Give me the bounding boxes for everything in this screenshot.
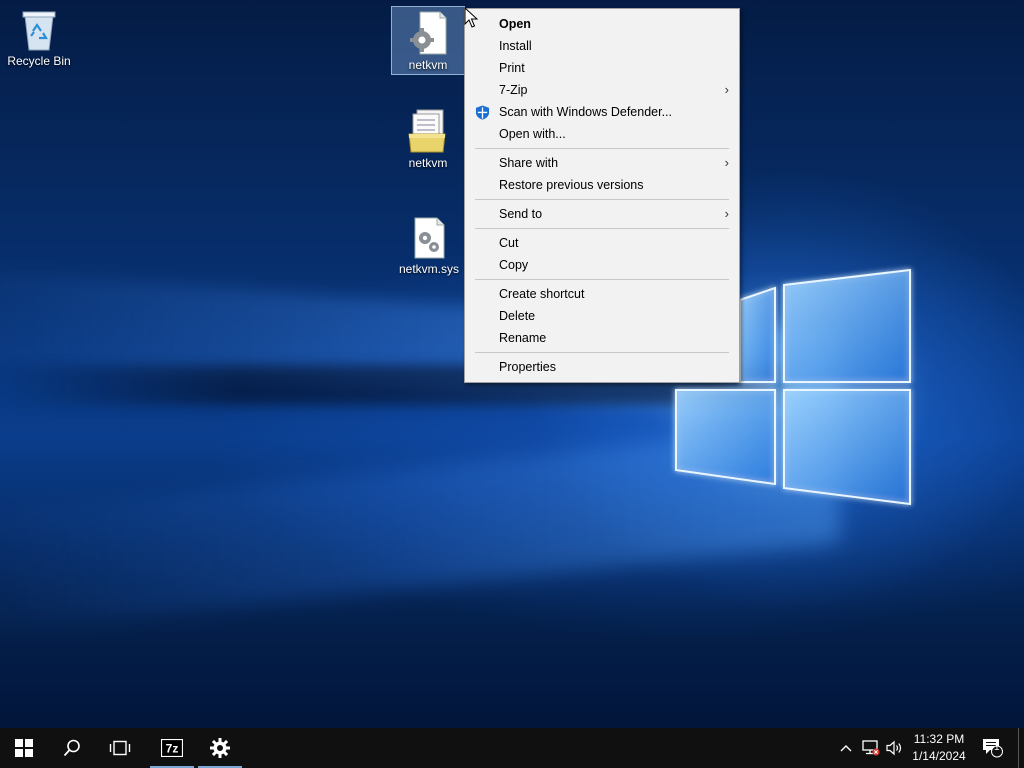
- chevron-up-icon: [840, 745, 852, 752]
- search-button[interactable]: [48, 728, 96, 768]
- menu-item-send-to[interactable]: Send to ›: [465, 203, 739, 225]
- recycle-bin-icon: [22, 11, 56, 51]
- mouse-pointer-icon: [464, 7, 478, 28]
- menu-item-label: Print: [499, 61, 525, 75]
- menu-separator: [475, 228, 729, 229]
- menu-item-label: Cut: [499, 236, 519, 250]
- menu-separator: [475, 199, 729, 200]
- menu-item-share-with[interactable]: Share with ›: [465, 152, 739, 174]
- desktop-icon-netkvm-sys[interactable]: netkvm.sys: [392, 216, 466, 276]
- search-icon: [63, 739, 80, 757]
- desktop-icon-label: Recycle Bin: [7, 54, 71, 68]
- network-disconnected-icon: [862, 740, 880, 756]
- desktop-icon-recycle-bin[interactable]: Recycle Bin: [2, 6, 76, 68]
- show-hidden-icons-button[interactable]: [836, 728, 856, 768]
- chevron-right-icon: ›: [724, 206, 729, 221]
- menu-item-properties[interactable]: Properties: [465, 356, 739, 378]
- settings-taskbar-button[interactable]: [196, 728, 244, 768]
- desktop-icon-label: netkvm.sys: [398, 262, 459, 276]
- system-clock[interactable]: 11:32 PM 1/14/2024: [906, 731, 972, 765]
- desktop-icon-label: netkvm: [408, 58, 448, 72]
- notification-count-badge: 1: [994, 742, 1000, 753]
- 7zip-taskbar-button[interactable]: 7z: [148, 728, 196, 768]
- volume-icon: [886, 740, 902, 756]
- menu-item-label: Scan with Windows Defender...: [499, 105, 672, 119]
- chevron-right-icon: ›: [724, 82, 729, 97]
- volume-button[interactable]: [884, 728, 906, 768]
- menu-item-7zip[interactable]: 7-Zip ›: [465, 79, 739, 101]
- menu-item-install[interactable]: Install: [465, 35, 739, 57]
- menu-item-label: Restore previous versions: [499, 178, 644, 192]
- clock-time: 11:32 PM: [913, 732, 965, 746]
- menu-separator: [475, 279, 729, 280]
- clock-date: 1/14/2024: [912, 749, 966, 763]
- menu-item-scan-defender[interactable]: Scan with Windows Defender...: [465, 101, 739, 123]
- menu-item-label: Send to: [499, 207, 543, 221]
- menu-item-print[interactable]: Print: [465, 57, 739, 79]
- desktop-icon-netkvm-inf[interactable]: netkvm: [391, 6, 465, 75]
- menu-item-label: Open with...: [499, 127, 566, 141]
- desktop-icon-netkvm-cat[interactable]: netkvm: [391, 108, 465, 170]
- menu-item-delete[interactable]: Delete: [465, 305, 739, 327]
- network-status-button[interactable]: [860, 728, 882, 768]
- gear-icon: [210, 738, 230, 758]
- taskbar: 7z 11:32 PM 1/14/2024 1: [0, 728, 1024, 768]
- start-button[interactable]: [0, 728, 48, 768]
- menu-item-label: Properties: [499, 360, 556, 374]
- action-center-icon: [983, 739, 1003, 758]
- context-menu: Open Install Print 7-Zip › Scan with Wind…: [464, 8, 740, 383]
- menu-separator: [475, 352, 729, 353]
- windows-defender-shield-icon: [475, 105, 490, 120]
- menu-item-label: Share with: [499, 156, 559, 170]
- security-catalog-icon: [408, 109, 446, 153]
- menu-item-label: Rename: [499, 331, 547, 345]
- action-center-button[interactable]: 1: [978, 728, 1008, 768]
- setup-information-file-icon: [410, 11, 447, 55]
- menu-item-label: Create shortcut: [499, 287, 585, 301]
- menu-item-copy[interactable]: Copy: [465, 254, 739, 276]
- menu-separator: [475, 148, 729, 149]
- windows-logo-icon: [15, 739, 33, 757]
- menu-item-label: Open: [499, 17, 531, 31]
- system-file-icon: [414, 217, 445, 259]
- menu-item-label: Copy: [499, 258, 529, 272]
- menu-item-cut[interactable]: Cut: [465, 232, 739, 254]
- menu-item-rename[interactable]: Rename: [465, 327, 739, 349]
- show-desktop-button[interactable]: [1018, 728, 1019, 768]
- menu-item-restore-previous-versions[interactable]: Restore previous versions: [465, 174, 739, 196]
- svg-text:7z: 7z: [166, 742, 179, 756]
- menu-item-label: Delete: [499, 309, 536, 323]
- menu-item-create-shortcut[interactable]: Create shortcut: [465, 283, 739, 305]
- menu-item-open[interactable]: Open: [465, 13, 739, 35]
- task-view-icon: [109, 740, 131, 756]
- menu-item-label: Install: [499, 39, 532, 53]
- menu-item-label: 7-Zip: [499, 83, 528, 97]
- menu-item-open-with[interactable]: Open with...: [465, 123, 739, 145]
- task-view-button[interactable]: [96, 728, 144, 768]
- chevron-right-icon: ›: [724, 155, 729, 170]
- 7zip-icon: 7z: [161, 739, 183, 757]
- desktop-icon-label: netkvm: [408, 156, 448, 170]
